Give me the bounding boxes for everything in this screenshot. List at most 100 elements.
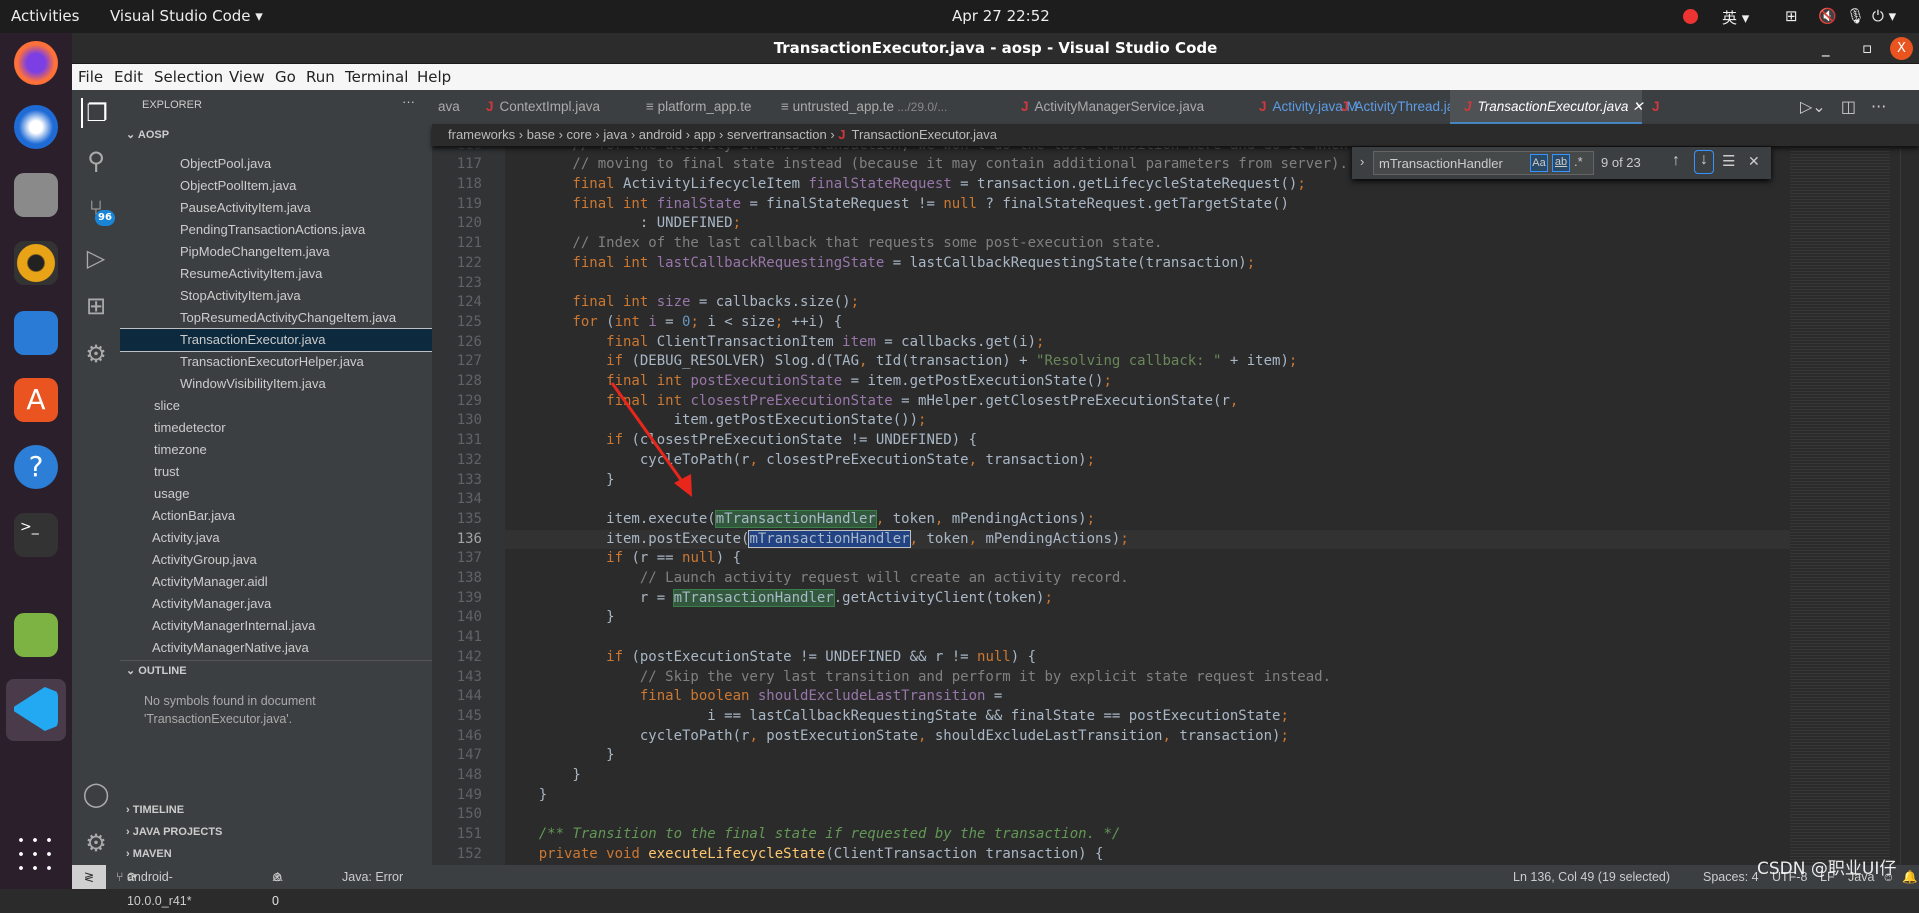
breadcrumb-item[interactable]: core bbox=[567, 127, 592, 142]
tab-activitythread-java[interactable]: JActivityThread.java M bbox=[1327, 90, 1484, 124]
tab-activity-java[interactable]: J Activity.java M bbox=[1245, 90, 1358, 124]
microphone-icon[interactable]: 🎙 bbox=[1846, 7, 1865, 25]
source-control-icon[interactable]: ⑂ 96 bbox=[81, 194, 115, 226]
java-status[interactable]: Java: Error bbox=[342, 865, 403, 889]
code-line[interactable]: // moving to final state instead (becaus… bbox=[505, 155, 1347, 175]
tree-item[interactable]: TopResumedActivityChangeItem.java bbox=[120, 307, 432, 329]
vertical-scrollbar[interactable] bbox=[1900, 146, 1919, 865]
manage-gear-icon[interactable]: ⚙ bbox=[81, 828, 111, 858]
breadcrumb-item[interactable]: servertransaction bbox=[727, 127, 827, 142]
code-line[interactable]: if (r == null) { bbox=[505, 549, 741, 569]
menu-help[interactable]: Help bbox=[417, 68, 451, 86]
tree-item[interactable]: ActivityManagerInternal.java bbox=[120, 615, 432, 637]
tree-item[interactable]: timedetector bbox=[120, 417, 432, 439]
tree-item[interactable]: TransactionExecutorHelper.java bbox=[120, 351, 432, 373]
menu-selection[interactable]: Selection bbox=[154, 68, 223, 86]
tree-item[interactable]: Activity.java bbox=[120, 527, 432, 549]
outline-header[interactable]: ⌄ OUTLINE bbox=[126, 664, 187, 677]
notifications-bell-icon[interactable]: 🔔 bbox=[1902, 865, 1918, 889]
search-icon[interactable]: ⚲ bbox=[81, 146, 111, 176]
indentation[interactable]: Spaces: 4 bbox=[1703, 865, 1759, 889]
whole-word-toggle[interactable]: ab bbox=[1552, 154, 1570, 172]
cpp-config-icon[interactable]: ⚙ bbox=[81, 339, 111, 369]
menu-run[interactable]: Run bbox=[306, 68, 335, 86]
help-icon[interactable]: ? bbox=[14, 445, 58, 489]
code-line[interactable]: final int size = callbacks.size(); bbox=[505, 293, 859, 313]
tab-contextimpl-java[interactable]: J ContextImpl.java bbox=[472, 90, 632, 124]
app-center-icon[interactable]: A bbox=[14, 378, 58, 422]
code-line[interactable]: } bbox=[505, 766, 580, 786]
do-not-disturb-icon[interactable] bbox=[1683, 9, 1698, 24]
code-line[interactable]: : UNDEFINED; bbox=[505, 214, 741, 234]
code-line[interactable]: item.postExecute(mTransactionHandler, to… bbox=[505, 529, 1129, 550]
power-icon[interactable]: ⏻ ▾ bbox=[1872, 7, 1896, 25]
tree-item[interactable]: timezone bbox=[120, 439, 432, 461]
code-line[interactable]: } bbox=[505, 786, 547, 806]
code-editor[interactable]: // for the activity in this transaction,… bbox=[505, 146, 1790, 865]
tree-item[interactable]: ActivityGroup.java bbox=[120, 549, 432, 571]
code-line[interactable]: if (closestPreExecutionState != UNDEFINE… bbox=[505, 431, 977, 451]
breadcrumb-item[interactable]: TransactionExecutor.java bbox=[852, 127, 997, 142]
tree-item[interactable]: ActivityManager.java bbox=[120, 593, 432, 615]
code-line[interactable]: final int lastCallbackRequestingState = … bbox=[505, 254, 1255, 274]
code-line[interactable]: cycleToPath(r, postExecutionState, shoul… bbox=[505, 727, 1289, 747]
more-actions-icon[interactable]: ··· bbox=[1871, 97, 1886, 116]
find-in-selection-icon[interactable]: ☰ bbox=[1722, 152, 1735, 170]
volume-icon[interactable]: 🔇 bbox=[1818, 7, 1837, 25]
tree-item[interactable]: ActionBar.java bbox=[120, 505, 432, 527]
network-icon[interactable]: ⊞ bbox=[1785, 7, 1798, 25]
close-button[interactable]: X bbox=[1890, 37, 1913, 60]
firefox-icon[interactable] bbox=[14, 41, 58, 85]
rhythmbox-icon[interactable] bbox=[14, 241, 58, 285]
code-line[interactable]: private void executeLifecycleState(Clien… bbox=[505, 845, 1104, 865]
breadcrumb-item[interactable]: android bbox=[639, 127, 682, 142]
menu-terminal[interactable]: Terminal bbox=[345, 68, 408, 86]
writer-icon[interactable] bbox=[14, 311, 58, 355]
code-line[interactable]: final ActivityLifecycleItem finalStateRe… bbox=[505, 175, 1305, 195]
code-line[interactable]: /** Transition to the final state if req… bbox=[505, 825, 1121, 845]
thunderbird-icon[interactable] bbox=[14, 105, 58, 149]
toggle-replace-icon[interactable]: › bbox=[1360, 154, 1364, 169]
files-icon[interactable] bbox=[14, 173, 58, 217]
explorer-icon[interactable]: ❐ bbox=[81, 98, 111, 128]
maven-header[interactable]: › MAVEN bbox=[126, 848, 172, 860]
tab-transactionexecutor-java[interactable]: J TransactionExecutor.java ✕ bbox=[1450, 90, 1643, 124]
menu-edit[interactable]: Edit bbox=[114, 68, 143, 86]
menu-view[interactable]: View bbox=[229, 68, 265, 86]
tree-item[interactable]: ActivityManagerNative.java bbox=[120, 637, 432, 659]
maximize-button[interactable]: ▫ bbox=[1862, 33, 1872, 64]
code-line[interactable]: for (int i = 0; i < size; ++i) { bbox=[505, 313, 842, 333]
close-tab-icon[interactable]: ✕ bbox=[1628, 99, 1643, 114]
breadcrumb-item[interactable]: java bbox=[603, 127, 627, 142]
next-match-icon[interactable]: ↓ bbox=[1694, 150, 1714, 174]
terminal-icon[interactable]: >_ bbox=[14, 513, 58, 557]
code-line[interactable]: // Index of the last callback that reque… bbox=[505, 234, 1162, 254]
close-find-icon[interactable]: ✕ bbox=[1748, 153, 1760, 170]
tree-item[interactable]: slice bbox=[120, 395, 432, 417]
breadcrumb-item[interactable]: frameworks bbox=[448, 127, 515, 142]
tab-activitymanagerservice-java[interactable]: J ActivityManagerService.java bbox=[1007, 90, 1245, 124]
app-menu[interactable]: Visual Studio Code ▾ bbox=[110, 7, 263, 25]
match-case-toggle[interactable]: Aa bbox=[1530, 154, 1548, 172]
code-line[interactable]: } bbox=[505, 471, 614, 491]
account-icon[interactable]: ◯ bbox=[81, 779, 111, 809]
split-editor-icon[interactable]: ◫ bbox=[1841, 97, 1856, 116]
git-branch[interactable]: ⑂ android-10.0.0_r41* ⟳ bbox=[116, 865, 192, 908]
code-line[interactable]: final int closestPreExecutionState = mHe… bbox=[505, 392, 1238, 412]
tree-item[interactable]: WindowVisibilityItem.java bbox=[120, 373, 432, 395]
code-line[interactable]: item.execute(mTransactionHandler, token,… bbox=[505, 509, 1095, 530]
input-method-indicator[interactable]: 英 ▾ bbox=[1722, 7, 1749, 28]
tree-item[interactable]: usage bbox=[120, 483, 432, 505]
run-debug-icon[interactable]: ▷ bbox=[81, 243, 111, 273]
code-line[interactable]: // for the activity in this transaction,… bbox=[505, 146, 1347, 155]
code-line[interactable]: cycleToPath(r, closestPreExecutionState,… bbox=[505, 451, 1095, 471]
find-input[interactable]: mTransactionHandler Aa ab .* bbox=[1373, 151, 1594, 175]
minimap[interactable] bbox=[1790, 146, 1890, 865]
tree-item[interactable]: PendingTransactionActions.java bbox=[120, 219, 432, 241]
breadcrumb-item[interactable]: app bbox=[694, 127, 716, 142]
code-line[interactable]: final ClientTransactionItem item = callb… bbox=[505, 333, 1044, 353]
tree-item[interactable]: PipModeChangeItem.java bbox=[120, 241, 432, 263]
code-line[interactable]: if (postExecutionState != UNDEFINED && r… bbox=[505, 648, 1036, 668]
tree-item[interactable]: ObjectPool.java bbox=[120, 153, 432, 175]
tree-item[interactable]: ObjectPoolItem.java bbox=[120, 175, 432, 197]
